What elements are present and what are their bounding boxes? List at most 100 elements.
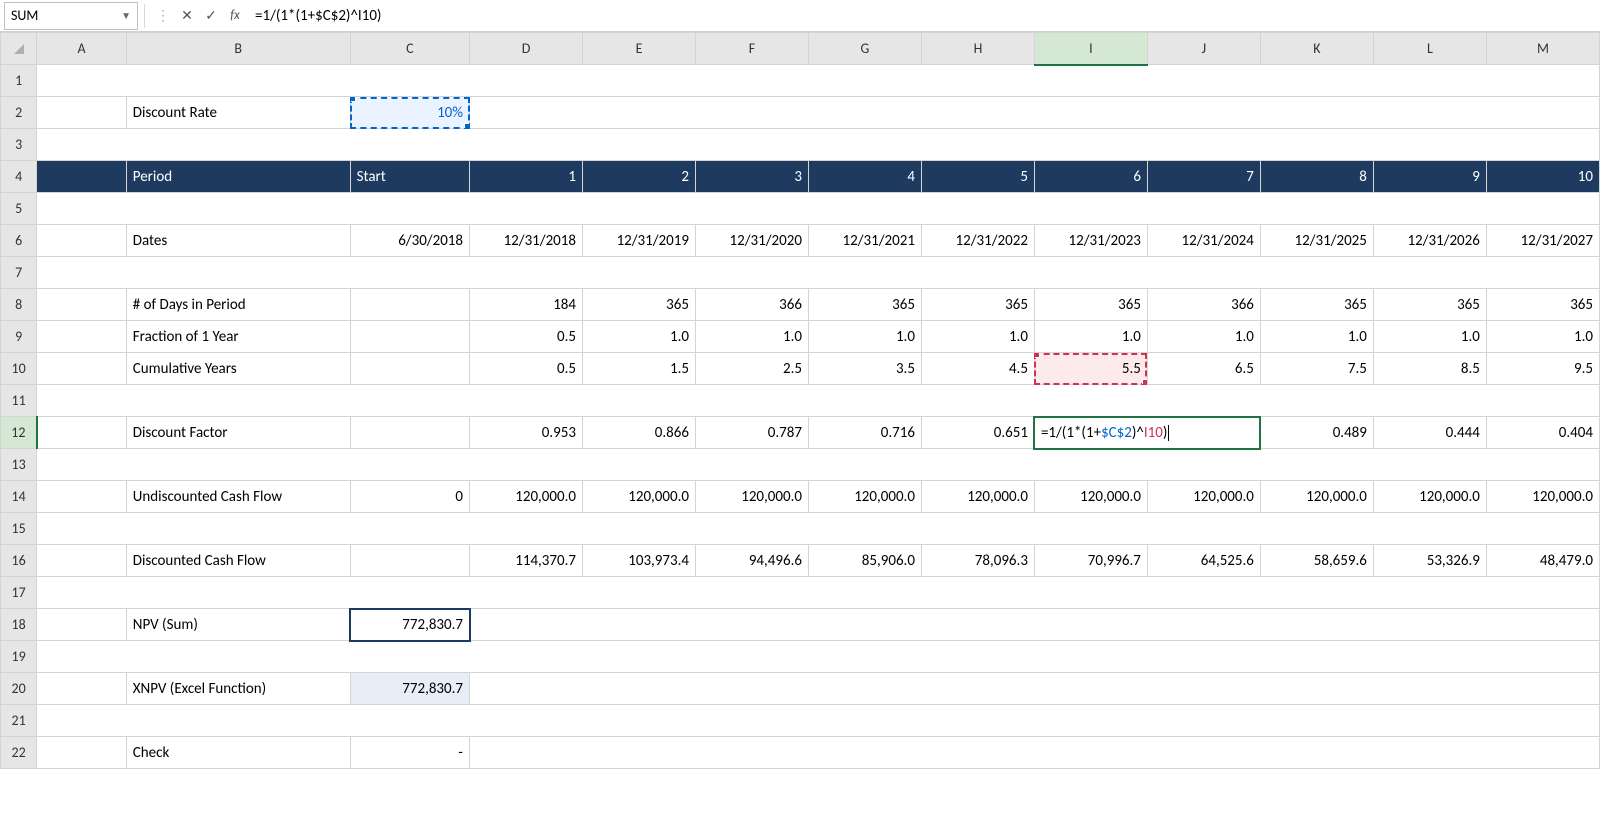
cancel-icon[interactable]: ✕ [175, 4, 199, 28]
cell[interactable]: 0.716 [808, 417, 921, 449]
cell[interactable]: 365 [1034, 289, 1147, 321]
cell[interactable]: 120,000.0 [470, 481, 583, 513]
cell[interactable] [37, 737, 127, 769]
cell[interactable]: 1.0 [583, 321, 696, 353]
cell[interactable]: 12/31/2020 [695, 225, 808, 257]
cell[interactable] [37, 449, 1600, 481]
row-header[interactable]: 10 [1, 353, 37, 385]
cell[interactable]: 120,000.0 [1034, 481, 1147, 513]
cell[interactable]: 365 [1486, 289, 1599, 321]
cell[interactable] [37, 193, 1600, 225]
col-header-D[interactable]: D [470, 33, 583, 65]
row-header[interactable]: 1 [1, 65, 37, 97]
row-header[interactable]: 19 [1, 641, 37, 673]
cell-xnpv[interactable]: 772,830.7 [350, 673, 469, 705]
cell[interactable]: 366 [695, 289, 808, 321]
active-cell-I12[interactable]: =1/(1*(1+$C$2)^I10) [1034, 417, 1260, 449]
header-p7[interactable]: 7 [1147, 161, 1260, 193]
cell[interactable] [37, 545, 127, 577]
cell[interactable]: 0.787 [695, 417, 808, 449]
cell[interactable]: 0.404 [1486, 417, 1599, 449]
cell[interactable] [37, 257, 1600, 289]
cell[interactable]: 12/31/2022 [921, 225, 1034, 257]
cell[interactable] [350, 321, 469, 353]
row-header[interactable]: 9 [1, 321, 37, 353]
row-header[interactable]: 11 [1, 385, 37, 417]
row-header[interactable]: 7 [1, 257, 37, 289]
cell-C2-discount-rate[interactable]: 10% [350, 97, 469, 129]
row-header[interactable]: 15 [1, 513, 37, 545]
header-p10[interactable]: 10 [1486, 161, 1599, 193]
cell[interactable] [350, 417, 469, 449]
cell[interactable] [37, 129, 1600, 161]
header-period[interactable]: Period [126, 161, 350, 193]
row-header[interactable]: 3 [1, 129, 37, 161]
cell[interactable] [37, 289, 127, 321]
cell[interactable]: 0.866 [583, 417, 696, 449]
col-header-I[interactable]: I [1034, 33, 1147, 65]
formula-input[interactable] [247, 2, 1600, 30]
cell[interactable]: 12/31/2027 [1486, 225, 1599, 257]
cell[interactable]: 0 [350, 481, 469, 513]
cell[interactable]: 120,000.0 [1147, 481, 1260, 513]
cell[interactable] [37, 385, 1600, 417]
cell[interactable]: 58,659.6 [1260, 545, 1373, 577]
row-header[interactable]: 18 [1, 609, 37, 641]
col-header-H[interactable]: H [921, 33, 1034, 65]
name-box-dropdown-icon[interactable]: ▼ [121, 9, 131, 22]
cell[interactable]: 12/31/2018 [470, 225, 583, 257]
cell[interactable]: 365 [1260, 289, 1373, 321]
cell-npv[interactable]: 772,830.7 [350, 609, 469, 641]
cell[interactable] [350, 545, 469, 577]
col-header-B[interactable]: B [126, 33, 350, 65]
cell[interactable]: 12/31/2021 [808, 225, 921, 257]
cell[interactable]: 0.444 [1373, 417, 1486, 449]
cell[interactable]: 1.0 [1373, 321, 1486, 353]
cell[interactable]: 1.0 [921, 321, 1034, 353]
cell[interactable]: 0.651 [921, 417, 1034, 449]
label-disc-cf[interactable]: Discounted Cash Flow [126, 545, 350, 577]
cell[interactable] [37, 481, 127, 513]
col-header-K[interactable]: K [1260, 33, 1373, 65]
header-start[interactable]: Start [350, 161, 469, 193]
name-box[interactable]: SUM ▼ [4, 2, 138, 30]
header-p2[interactable]: 2 [583, 161, 696, 193]
cell[interactable]: 2.5 [695, 353, 808, 385]
label-npv[interactable]: NPV (Sum) [126, 609, 350, 641]
cell[interactable]: 120,000.0 [808, 481, 921, 513]
cell[interactable]: 12/31/2025 [1260, 225, 1373, 257]
label-discount-factor[interactable]: Discount Factor [126, 417, 350, 449]
label-fraction[interactable]: Fraction of 1 Year [126, 321, 350, 353]
cell[interactable]: 1.0 [1147, 321, 1260, 353]
cell[interactable]: 12/31/2024 [1147, 225, 1260, 257]
label-check[interactable]: Check [126, 737, 350, 769]
cell[interactable] [37, 705, 1600, 737]
row-header[interactable]: 2 [1, 97, 37, 129]
col-header-L[interactable]: L [1373, 33, 1486, 65]
cell[interactable]: 120,000.0 [921, 481, 1034, 513]
col-header-J[interactable]: J [1147, 33, 1260, 65]
cell[interactable]: 365 [921, 289, 1034, 321]
cell[interactable]: 0.5 [470, 321, 583, 353]
cell[interactable]: 12/31/2026 [1373, 225, 1486, 257]
cell[interactable]: 1.0 [695, 321, 808, 353]
cell[interactable]: 114,370.7 [470, 545, 583, 577]
cell[interactable]: 103,973.4 [583, 545, 696, 577]
cell[interactable] [470, 97, 1600, 129]
cell[interactable] [37, 65, 1600, 97]
cell[interactable]: 365 [1373, 289, 1486, 321]
label-discount-rate[interactable]: Discount Rate [126, 97, 350, 129]
spreadsheet-grid[interactable]: A B C D E F G H I J K L M 1 2 Discount R… [0, 32, 1600, 769]
cell[interactable]: 120,000.0 [1373, 481, 1486, 513]
cell[interactable]: 53,326.9 [1373, 545, 1486, 577]
cell[interactable]: 120,000.0 [695, 481, 808, 513]
row-header[interactable]: 22 [1, 737, 37, 769]
col-header-M[interactable]: M [1486, 33, 1599, 65]
cell[interactable] [470, 737, 1600, 769]
row-header[interactable]: 6 [1, 225, 37, 257]
select-all-corner[interactable] [1, 33, 37, 65]
cell[interactable]: 0.5 [470, 353, 583, 385]
cell[interactable]: 78,096.3 [921, 545, 1034, 577]
cell[interactable] [37, 225, 127, 257]
header-p9[interactable]: 9 [1373, 161, 1486, 193]
